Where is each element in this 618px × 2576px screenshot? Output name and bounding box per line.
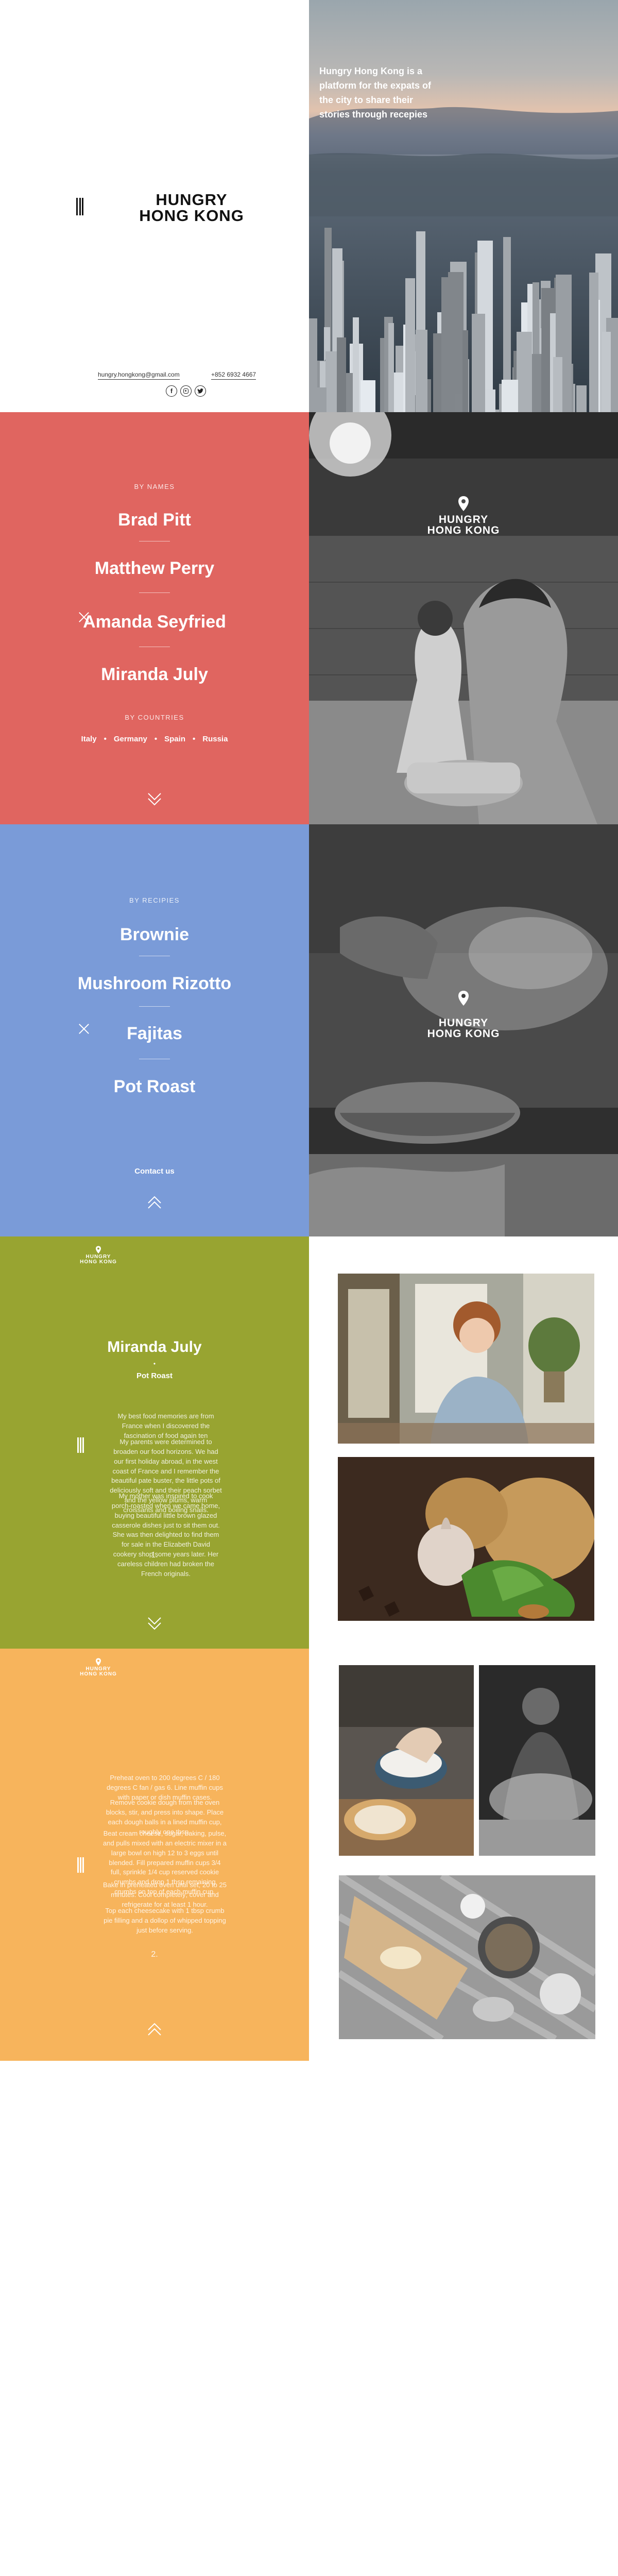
location-pin-icon (458, 991, 469, 1006)
skyline-building (472, 314, 485, 412)
skyline-building (416, 330, 427, 412)
brand-logo-small[interactable]: HUNGRY HONG KONG (73, 1667, 124, 1677)
names-menu-panel: BY NAMES Brad Pitt Matthew Perry Amanda … (0, 412, 309, 824)
instagram-icon[interactable] (180, 385, 192, 397)
recipes-menu-panel: BY RECIPIES Brownie Mushroom Rizotto Faj… (0, 824, 309, 1236)
recipes-menu-section: BY RECIPIES Brownie Mushroom Rizotto Faj… (0, 824, 618, 1236)
brand-logo-overlay[interactable]: HUNGRY HONG KONG (412, 1018, 515, 1039)
country-link-russia[interactable]: Russia (202, 735, 228, 743)
brand-line-1: HUNGRY (156, 191, 228, 209)
brand-line-2: HONG KONG (80, 1259, 117, 1265)
method-paragraph-5: Top each cheesecake with 1 tbsp crumb pi… (104, 1907, 226, 1934)
skyline-building (405, 278, 415, 412)
contact-us-link[interactable]: Contact us (0, 1167, 309, 1176)
table-spread-photo (339, 1875, 595, 2039)
name-link-amanda-seyfried[interactable]: Amanda Seyfried (0, 612, 309, 632)
brand-logo[interactable]: HUNGRY HONG KONG (135, 192, 248, 224)
divider (139, 592, 170, 593)
brand-logo-small[interactable]: HUNGRY HONG KONG (73, 1255, 124, 1265)
portrait-photo (338, 1274, 594, 1444)
country-link-italy[interactable]: Italy (81, 735, 97, 743)
skyline-building (337, 337, 346, 412)
location-pin-icon (458, 496, 469, 511)
brand-line-2: HONG KONG (80, 1671, 117, 1677)
story-paragraph-3: My mother was inspired to cook porch-roa… (111, 1492, 220, 1578)
brand-line-2: HONG KONG (427, 1028, 500, 1040)
method-section: HUNGRY HONG KONG Preheat oven to 200 deg… (0, 1649, 618, 2061)
brand-logo-overlay[interactable]: HUNGRY HONG KONG (412, 514, 515, 536)
name-link-miranda-july[interactable]: Miranda July (0, 665, 309, 685)
contact-email-link[interactable]: hungry.hongkong@gmail.com (98, 371, 180, 380)
by-countries-heading: BY COUNTRIES (125, 714, 184, 721)
story-recipe-name: Pot Roast (136, 1371, 173, 1380)
baker-photo (479, 1665, 595, 1856)
steaming-pot-photo: HUNGRY HONG KONG (309, 824, 618, 1236)
country-link-spain[interactable]: Spain (164, 735, 185, 743)
story-photos (309, 1236, 618, 1649)
twitter-icon[interactable] (195, 385, 206, 397)
brand-line-2: HONG KONG (427, 524, 500, 536)
chevron-down-icon[interactable] (144, 1613, 165, 1633)
method-paragraph-4: Bake in preheated oven until set, 20 to … (103, 1881, 227, 1908)
skyline-building (517, 332, 532, 412)
facebook-icon[interactable]: f (166, 385, 177, 397)
brand-line-1: HUNGRY (438, 1017, 489, 1029)
social-icons: f (166, 385, 206, 397)
country-list: Italy • Germany • Spain • Russia (81, 735, 228, 743)
skyline-building (553, 357, 562, 412)
menu-hamburger-button[interactable] (77, 1857, 84, 1873)
ingredients-photo (338, 1457, 594, 1621)
method-photos (309, 1649, 618, 2061)
recipe-link-brownie[interactable]: Brownie (0, 925, 309, 945)
flour-bowl-photo (339, 1665, 474, 1856)
brand-line-1: HUNGRY (438, 514, 489, 526)
location-pin-icon (96, 1658, 101, 1666)
recipe-link-pot-roast[interactable]: Pot Roast (0, 1077, 309, 1097)
story-author-name: Miranda July (107, 1338, 202, 1355)
location-pin-icon (96, 1246, 101, 1253)
recipe-link-mushroom-rizotto[interactable]: Mushroom Rizotto (0, 974, 309, 994)
divider (139, 1006, 170, 1007)
brand-line-2: HONG KONG (139, 207, 244, 225)
story-dot: • (153, 1360, 156, 1367)
contact-phone-link[interactable]: +852 6932 4667 (211, 371, 256, 380)
by-names-heading: BY NAMES (134, 483, 175, 490)
page-number: 2. (151, 1950, 158, 1959)
skyline-building (360, 380, 375, 412)
story-paragraph-1: My best food memories are from France wh… (117, 1412, 214, 1439)
skyline-building (353, 317, 359, 412)
story-section: HUNGRY HONG KONG Miranda July • Pot Roas… (0, 1236, 618, 1649)
skyline-building (484, 389, 495, 412)
skyline-building (589, 273, 598, 412)
name-link-brad-pitt[interactable]: Brad Pitt (0, 510, 309, 530)
hero-left-panel: HUNGRY HONG KONG hungry.hongkong@gmail.c… (0, 0, 309, 412)
skyline-building (502, 380, 518, 412)
skyline-building (576, 385, 587, 412)
hero-city-photo: Hungry Hong Kong is a platform for the e… (309, 0, 618, 412)
page-number: 1. (151, 1551, 158, 1560)
chevron-down-icon[interactable] (144, 788, 165, 809)
skyline-building (309, 318, 317, 412)
method-panel: HUNGRY HONG KONG Preheat oven to 200 deg… (0, 1649, 309, 2061)
skyline-building (441, 277, 455, 412)
skyline-building (325, 351, 337, 412)
skyline-building (462, 330, 468, 412)
skyline-building (388, 323, 394, 412)
menu-hamburger-button[interactable] (76, 198, 83, 215)
skyline-building (602, 332, 611, 412)
story-panel: HUNGRY HONG KONG Miranda July • Pot Roas… (0, 1236, 309, 1649)
menu-hamburger-button[interactable] (77, 1437, 84, 1453)
hero-headline: Hungry Hong Kong is a platform for the e… (319, 66, 432, 120)
names-menu-section: BY NAMES Brad Pitt Matthew Perry Amanda … (0, 412, 618, 824)
chevron-up-icon[interactable] (144, 2020, 165, 2040)
kitchen-mother-photo: HUNGRY HONG KONG (309, 412, 618, 824)
chevron-up-icon[interactable] (144, 1193, 165, 1213)
name-link-matthew-perry[interactable]: Matthew Perry (0, 558, 309, 579)
skyline-building (434, 374, 440, 412)
country-link-germany[interactable]: Germany (114, 735, 147, 743)
by-recipes-heading: BY RECIPIES (129, 896, 180, 904)
hero-section: HUNGRY HONG KONG hungry.hongkong@gmail.c… (0, 0, 618, 412)
recipe-link-fajitas[interactable]: Fajitas (0, 1024, 309, 1044)
